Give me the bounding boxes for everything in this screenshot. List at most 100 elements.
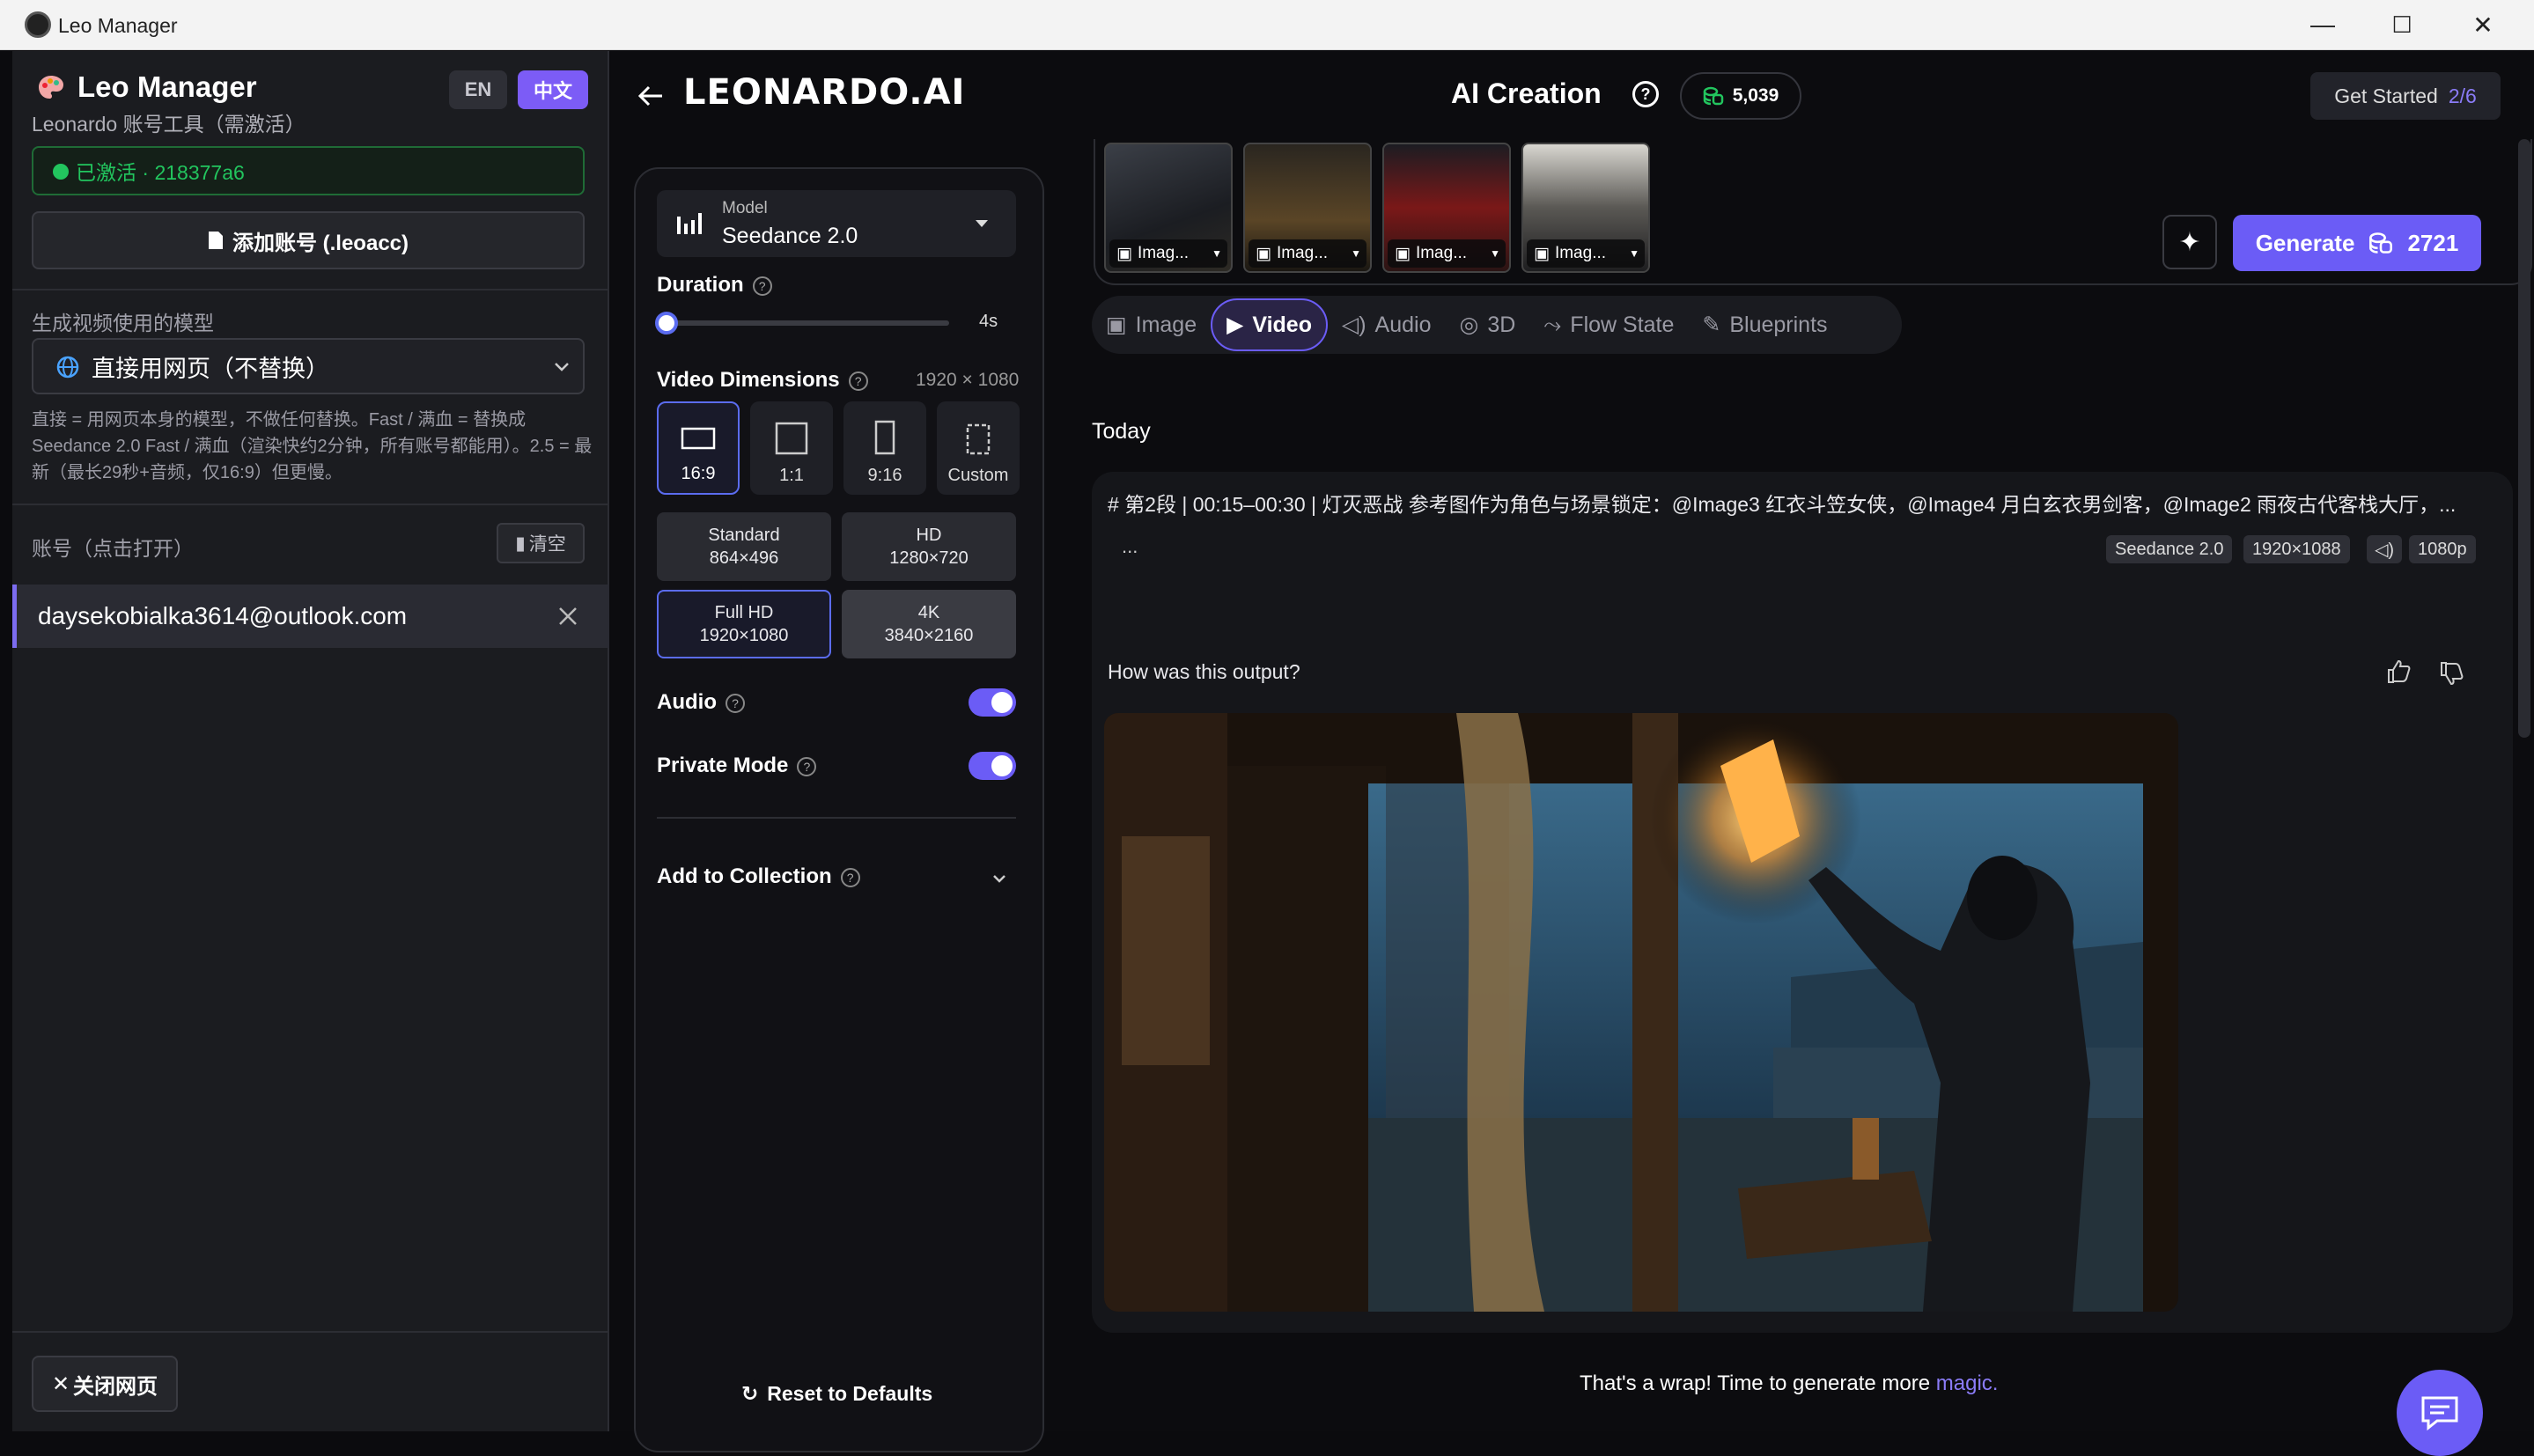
caret-down-icon: ▼ [1351, 247, 1361, 260]
audio-label: Audio? [657, 690, 745, 715]
account-list-item[interactable]: daysekobialka3614@outlook.com [12, 585, 609, 648]
aspect-label: Custom [947, 466, 1009, 485]
file-icon [208, 232, 223, 249]
tab-blueprints[interactable]: ✎ Blueprints [1688, 298, 1841, 351]
aspect-label: 1:1 [779, 466, 804, 485]
caret-down-icon: ▼ [1212, 247, 1222, 260]
magic-link[interactable]: magic. [1936, 1371, 1999, 1395]
remove-account-icon[interactable] [557, 606, 578, 627]
more-button[interactable]: ... [1122, 535, 1138, 558]
account-email: daysekobialka3614@outlook.com [38, 602, 408, 629]
resolution-name: HD [916, 526, 942, 545]
generated-video[interactable] [1104, 713, 2178, 1312]
collection-help-icon[interactable]: ? [840, 867, 860, 887]
generation-card: # 第2段 | 00:15–00:30 | 灯灭恶战 参考图作为角色与场景锁定：… [1092, 472, 2513, 1333]
tab-audio[interactable]: ◁) Audio [1328, 298, 1446, 351]
feedback-question: How was this output? [1108, 660, 1300, 683]
chevron-down-icon[interactable] [991, 873, 1007, 884]
duration-slider-knob[interactable] [655, 312, 678, 335]
model-select-value: 直接用网页（不替换） [92, 355, 329, 382]
clear-label: 清空 [528, 534, 566, 555]
tab-image[interactable]: ▣ Image [1092, 298, 1211, 351]
tab-flow-state[interactable]: ⤳ Flow State [1529, 298, 1688, 351]
video-settings-panel: Model Seedance 2.0 Duration? 4s Video Di… [634, 167, 1044, 1452]
private-help-icon[interactable]: ? [797, 756, 817, 776]
private-mode-toggle[interactable] [969, 752, 1016, 780]
divider [12, 1331, 609, 1333]
reference-thumbnail[interactable]: ▣ Imag... ▼ [1521, 143, 1650, 273]
image-icon: ▣ [1256, 244, 1271, 263]
leonardo-logo[interactable]: LEONARDO.AI [683, 72, 965, 113]
lang-en-button[interactable]: EN [449, 70, 507, 109]
add-account-button[interactable]: 添加账号 (.leoacc) [32, 211, 585, 269]
reference-label[interactable]: ▣ Imag... ▼ [1388, 239, 1506, 268]
model-section-label: 生成视频使用的模型 [32, 312, 214, 335]
aspect-label: 9:16 [867, 466, 902, 485]
image-icon: ▣ [1395, 244, 1411, 263]
model-selector[interactable]: Model Seedance 2.0 [657, 190, 1016, 257]
reference-label[interactable]: ▣ Imag... ▼ [1249, 239, 1366, 268]
caret-down-icon: ▼ [1490, 247, 1500, 260]
app-header: LEONARDO.AI AI Creation ? 5,039 Get Star… [611, 51, 2534, 143]
get-started-label: Get Started [2334, 84, 2438, 107]
divider [12, 289, 609, 290]
divider [12, 504, 609, 505]
help-icon[interactable]: ? [1632, 81, 1659, 107]
image-icon: ▣ [1534, 244, 1550, 263]
aspect-9-16-button[interactable]: 9:16 [843, 401, 926, 495]
generation-prompt[interactable]: # 第2段 | 00:15–00:30 | 灯灭恶战 参考图作为角色与场景锁定：… [1108, 488, 2481, 518]
model-select[interactable]: 直接用网页（不替换） [32, 338, 585, 394]
dimensions-value: 1920 × 1080 [916, 370, 1020, 390]
duration-help-icon[interactable]: ? [752, 276, 772, 296]
app-subtitle: Leonardo 账号工具（需激活） [32, 113, 306, 136]
thumbs-up-icon[interactable] [2386, 658, 2412, 685]
thumbs-down-icon[interactable] [2439, 660, 2465, 687]
reference-thumbnail[interactable]: ▣ Imag... ▼ [1382, 143, 1511, 273]
quality-chip: 1080p [2409, 535, 2476, 563]
resolution-4k-button[interactable]: 4K 3840×2160 [842, 590, 1016, 658]
reference-label[interactable]: ▣ Imag... ▼ [1109, 239, 1227, 268]
get-started-button[interactable]: Get Started 2/6 [2310, 72, 2501, 120]
reference-thumbnail[interactable]: ▣ Imag... ▼ [1104, 143, 1233, 273]
back-arrow-icon[interactable] [637, 85, 664, 107]
close-window-button[interactable]: ✕ [2448, 5, 2518, 44]
tab-3d[interactable]: ◎ 3D [1445, 298, 1529, 351]
aspect-16-9-button[interactable]: 16:9 [657, 401, 740, 495]
generate-cost: 2721 [2407, 229, 2459, 256]
lang-zh-button[interactable]: 中文 [518, 70, 588, 109]
model-description: 直接 = 用网页本身的模型，不做任何替换。Fast / 满血 = 替换成 See… [32, 410, 593, 482]
credits-badge[interactable]: 5,039 [1680, 72, 1801, 120]
activation-status: 已激活 · 218377a6 [32, 146, 585, 195]
close-icon: ✕ [51, 1371, 70, 1396]
resolution-fullhd-button[interactable]: Full HD 1920×1080 [657, 590, 831, 658]
app-name: Leo Manager [77, 70, 257, 103]
activation-status-text: 已激活 · 218377a6 [76, 161, 245, 184]
landscape-icon [681, 427, 716, 450]
magic-wand-button[interactable]: ✦ [2162, 215, 2217, 269]
audio-help-icon[interactable]: ? [725, 693, 745, 713]
reference-label[interactable]: ▣ Imag... ▼ [1527, 239, 1645, 268]
scrollbar[interactable] [2518, 139, 2530, 738]
close-page-button[interactable]: ✕ 关闭网页 [32, 1356, 178, 1412]
duration-slider[interactable] [655, 312, 949, 335]
resolution-hd-button[interactable]: HD 1280×720 [842, 512, 1016, 581]
generate-button[interactable]: Generate 2721 [2233, 215, 2481, 271]
audio-toggle[interactable] [969, 688, 1016, 717]
aspect-custom-button[interactable]: Custom [937, 401, 1020, 495]
add-to-collection[interactable]: Add to Collection? [657, 864, 860, 889]
chat-support-button[interactable] [2397, 1370, 2483, 1456]
maximize-button[interactable]: ☐ [2367, 5, 2437, 44]
resolution-standard-button[interactable]: Standard 864×496 [657, 512, 831, 581]
resolution-size: 1280×720 [889, 548, 969, 568]
aspect-1-1-button[interactable]: 1:1 [750, 401, 833, 495]
reference-thumbnail[interactable]: ▣ Imag... ▼ [1243, 143, 1372, 273]
reset-defaults-button[interactable]: ↻ Reset to Defaults [741, 1382, 932, 1406]
dimensions-help-icon[interactable]: ? [848, 371, 868, 391]
resolution-size: 3840×2160 [884, 626, 974, 645]
resolution-size: 1920×1080 [699, 626, 789, 645]
resolution-name: Standard [708, 526, 780, 545]
tab-video[interactable]: ▶ Video [1211, 298, 1328, 351]
flow-icon: ⤳ [1543, 312, 1562, 337]
minimize-button[interactable]: — [2287, 5, 2358, 44]
clear-accounts-button[interactable]: ▮ 清空 [497, 523, 585, 563]
